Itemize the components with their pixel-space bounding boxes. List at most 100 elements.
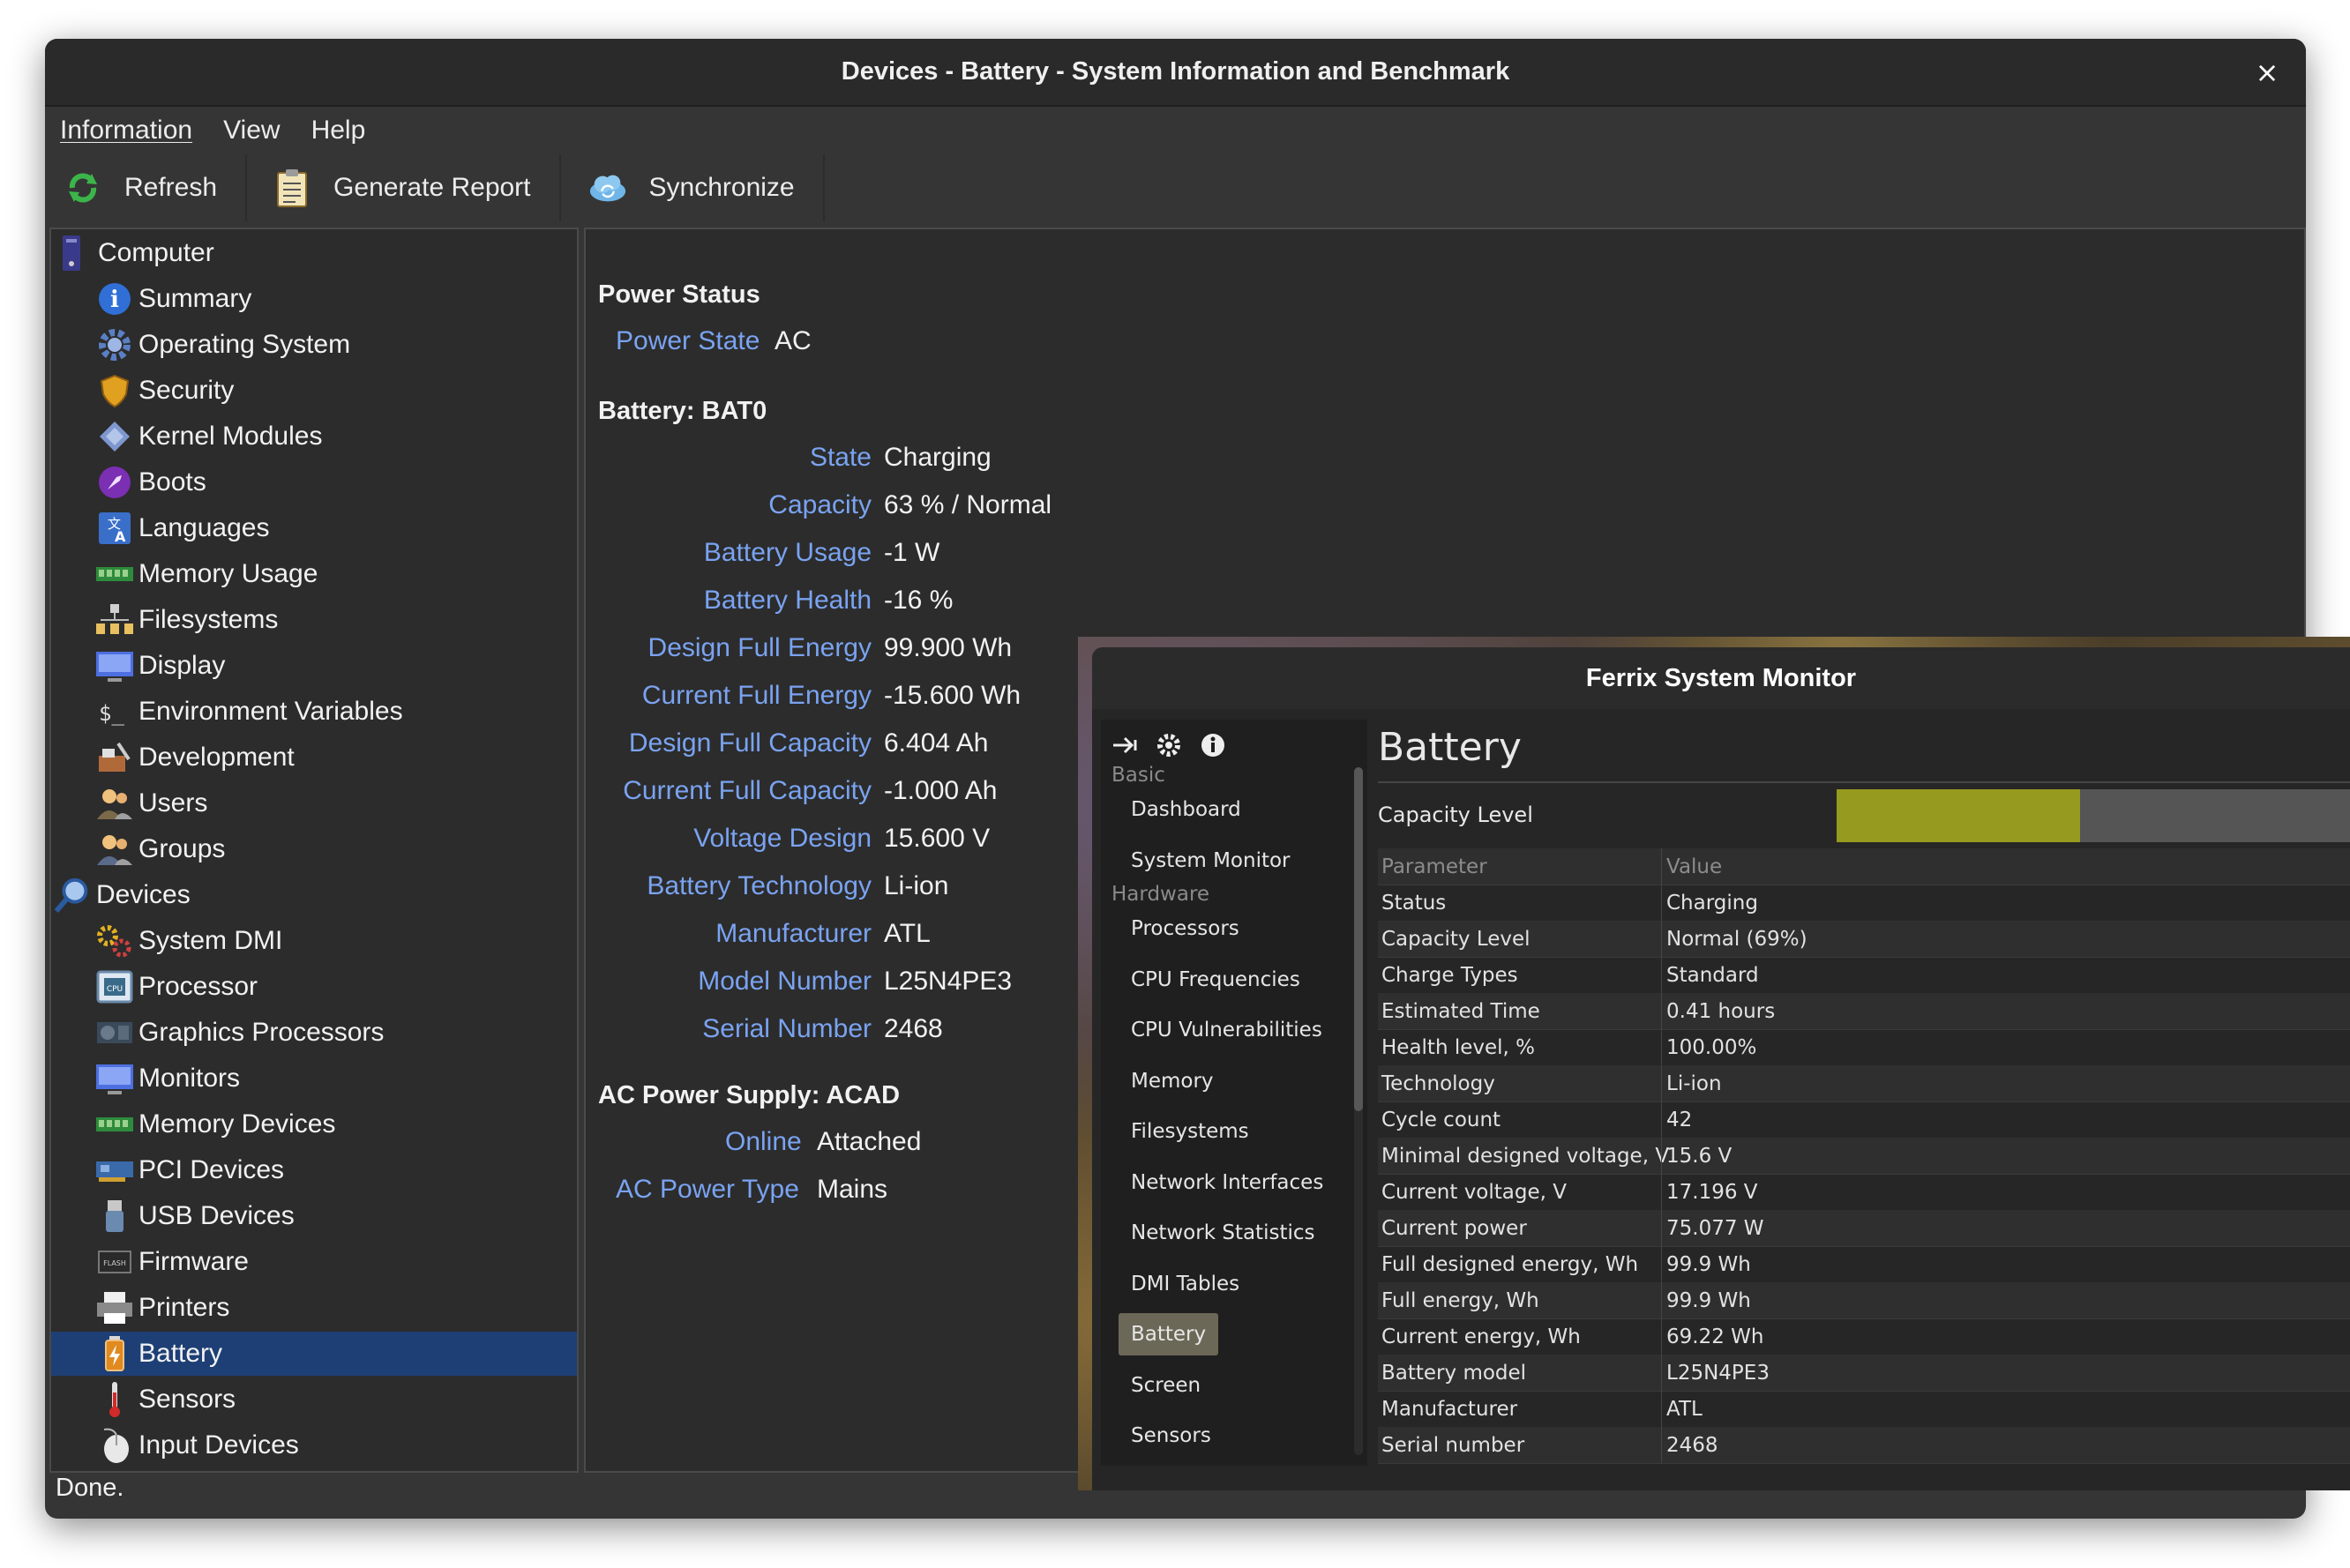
collapse-arrow-icon[interactable]: [1110, 730, 1140, 760]
table-row: Status Charging: [1378, 885, 2350, 922]
mouse-icon: [95, 1426, 134, 1465]
window-titlebar[interactable]: Devices - Battery - System Information a…: [45, 39, 2306, 107]
cell-value: 99.9 Wh: [1666, 1289, 1751, 1312]
capacity-progress-bar: [1837, 789, 2350, 842]
tree-item-computer[interactable]: Computer: [55, 231, 577, 275]
tree-label: Monitors: [138, 1064, 241, 1093]
tree-item-printers[interactable]: Printers: [95, 1286, 577, 1330]
cell-parameter: Technology: [1381, 1072, 1495, 1095]
usb-icon: [95, 1197, 134, 1236]
tree-item-monitors[interactable]: Monitors: [95, 1057, 577, 1101]
scrollbar-thumb[interactable]: [1354, 767, 1363, 1111]
tree-label: Input Devices: [138, 1430, 299, 1460]
ferrix-titlebar[interactable]: Ferrix System Monitor: [1092, 647, 2350, 709]
tree-item-memory-devices[interactable]: Memory Devices: [95, 1102, 577, 1146]
tree-item-security[interactable]: Security: [95, 369, 577, 413]
nav-item-processors[interactable]: Processors: [1119, 907, 1252, 950]
nav-item-network-statistics[interactable]: Network Statistics: [1119, 1212, 1327, 1254]
nav-scrollbar[interactable]: [1354, 767, 1363, 1455]
table-row: Current energy, Wh 69.22 Wh: [1378, 1318, 2350, 1355]
cell-value: 75.077 W: [1666, 1217, 1764, 1240]
cell-value: 42: [1666, 1109, 1693, 1131]
cell-parameter: Current voltage, V: [1381, 1181, 1567, 1204]
menu-view[interactable]: View: [223, 116, 280, 146]
thermometer-icon: [95, 1380, 134, 1419]
cell-value: 99.9 Wh: [1666, 1253, 1751, 1276]
detail-key: AC Power Type: [616, 1175, 799, 1204]
column-separator: [1661, 1101, 1662, 1138]
nav-item-cpu-vulnerabilities[interactable]: CPU Vulnerabilities: [1119, 1009, 1335, 1051]
tree-item-pci-devices[interactable]: PCI Devices: [95, 1148, 577, 1192]
tree-label: Memory Devices: [138, 1109, 336, 1139]
table-row: Capacity Level Normal (69%): [1378, 921, 2350, 958]
column-separator: [1661, 1138, 1662, 1174]
cell-value: Value: [1666, 855, 1723, 878]
window-title: Devices - Battery - System Information a…: [841, 57, 1510, 86]
shield-icon: [95, 371, 134, 410]
nav-item-battery[interactable]: Battery: [1119, 1313, 1219, 1355]
close-icon[interactable]: ×: [2249, 55, 2285, 90]
table-row: Current power 75.077 W: [1378, 1210, 2350, 1247]
cell-parameter: Minimal designed voltage, V: [1381, 1145, 1670, 1168]
nav-item-dmi-tables[interactable]: DMI Tables: [1119, 1263, 1252, 1305]
groups-icon: [95, 830, 134, 869]
tree-label: Security: [138, 376, 235, 405]
tree-item-firmware[interactable]: FLASH Firmware: [95, 1240, 577, 1284]
cell-parameter: Manufacturer: [1381, 1398, 1518, 1421]
nav-section-label: Hardware: [1111, 883, 1210, 906]
table-row: Full designed energy, Wh 99.9 Wh: [1378, 1246, 2350, 1283]
nav-item-sensors[interactable]: Sensors: [1119, 1415, 1224, 1457]
cell-value: L25N4PE3: [1666, 1362, 1770, 1385]
nav-item-screen[interactable]: Screen: [1119, 1364, 1213, 1407]
detail-value: Li-ion: [884, 871, 949, 900]
tree-label: Users: [138, 788, 208, 818]
tree-item-operating-system[interactable]: Operating System: [95, 323, 577, 367]
refresh-button[interactable]: Refresh: [45, 154, 248, 221]
tree-label: System DMI: [138, 926, 283, 955]
detail-key: Voltage Design: [693, 824, 872, 853]
gear-icon: [95, 325, 134, 364]
nav-item-dashboard[interactable]: Dashboard: [1119, 788, 1254, 831]
detail-value: 63 % / Normal: [884, 490, 1052, 519]
tree-label: Processor: [138, 972, 258, 1001]
menubar: Information View Help: [45, 107, 2306, 154]
detail-value: Mains: [817, 1175, 888, 1204]
tree-item-battery[interactable]: Battery: [51, 1332, 577, 1376]
column-separator: [1661, 848, 1662, 885]
detail-key: Model Number: [698, 967, 872, 996]
users-icon: [95, 784, 134, 823]
info-icon[interactable]: [1198, 730, 1228, 760]
cell-parameter: Status: [1381, 892, 1447, 915]
page-title: Battery: [1378, 725, 1522, 770]
nav-item-filesystems[interactable]: Filesystems: [1119, 1110, 1261, 1153]
synchronize-button[interactable]: Synchronize: [561, 154, 825, 221]
terminal-icon: $_: [95, 692, 134, 731]
column-separator: [1661, 1318, 1662, 1355]
tree-label: Printers: [138, 1293, 230, 1322]
battery-icon: [95, 1334, 134, 1373]
menu-information[interactable]: Information: [60, 116, 192, 146]
tree-item-sensors[interactable]: Sensors: [95, 1378, 577, 1422]
cell-parameter: Serial number: [1381, 1434, 1525, 1457]
gear-icon[interactable]: [1154, 730, 1184, 760]
table-row: Minimal designed voltage, V 15.6 V: [1378, 1138, 2350, 1175]
tree-item-usb-devices[interactable]: USB Devices: [95, 1194, 577, 1238]
column-separator: [1661, 1355, 1662, 1391]
section-heading: Battery: BAT0: [598, 397, 767, 425]
detail-key: Serial Number: [702, 1014, 872, 1043]
menu-help[interactable]: Help: [311, 116, 366, 146]
detail-key: Current Full Energy: [641, 681, 872, 710]
nav-item-memory[interactable]: Memory: [1119, 1060, 1226, 1102]
nav-item-system-monitor[interactable]: System Monitor: [1119, 840, 1303, 882]
cell-parameter: Charge Types: [1381, 964, 1518, 987]
column-separator: [1661, 1391, 1662, 1427]
tree-item-input-devices[interactable]: Input Devices: [95, 1423, 577, 1467]
cell-value: 2468: [1666, 1434, 1718, 1457]
nav-item-cpu-frequencies[interactable]: CPU Frequencies: [1119, 959, 1313, 1001]
tree-item-summary[interactable]: i Summary: [95, 277, 577, 321]
tree-label: USB Devices: [138, 1201, 295, 1230]
generate-report-button[interactable]: Generate Report: [247, 154, 561, 221]
tree-label: PCI Devices: [138, 1155, 285, 1184]
puzzle-icon: [95, 417, 134, 456]
nav-item-network-interfaces[interactable]: Network Interfaces: [1119, 1161, 1336, 1204]
